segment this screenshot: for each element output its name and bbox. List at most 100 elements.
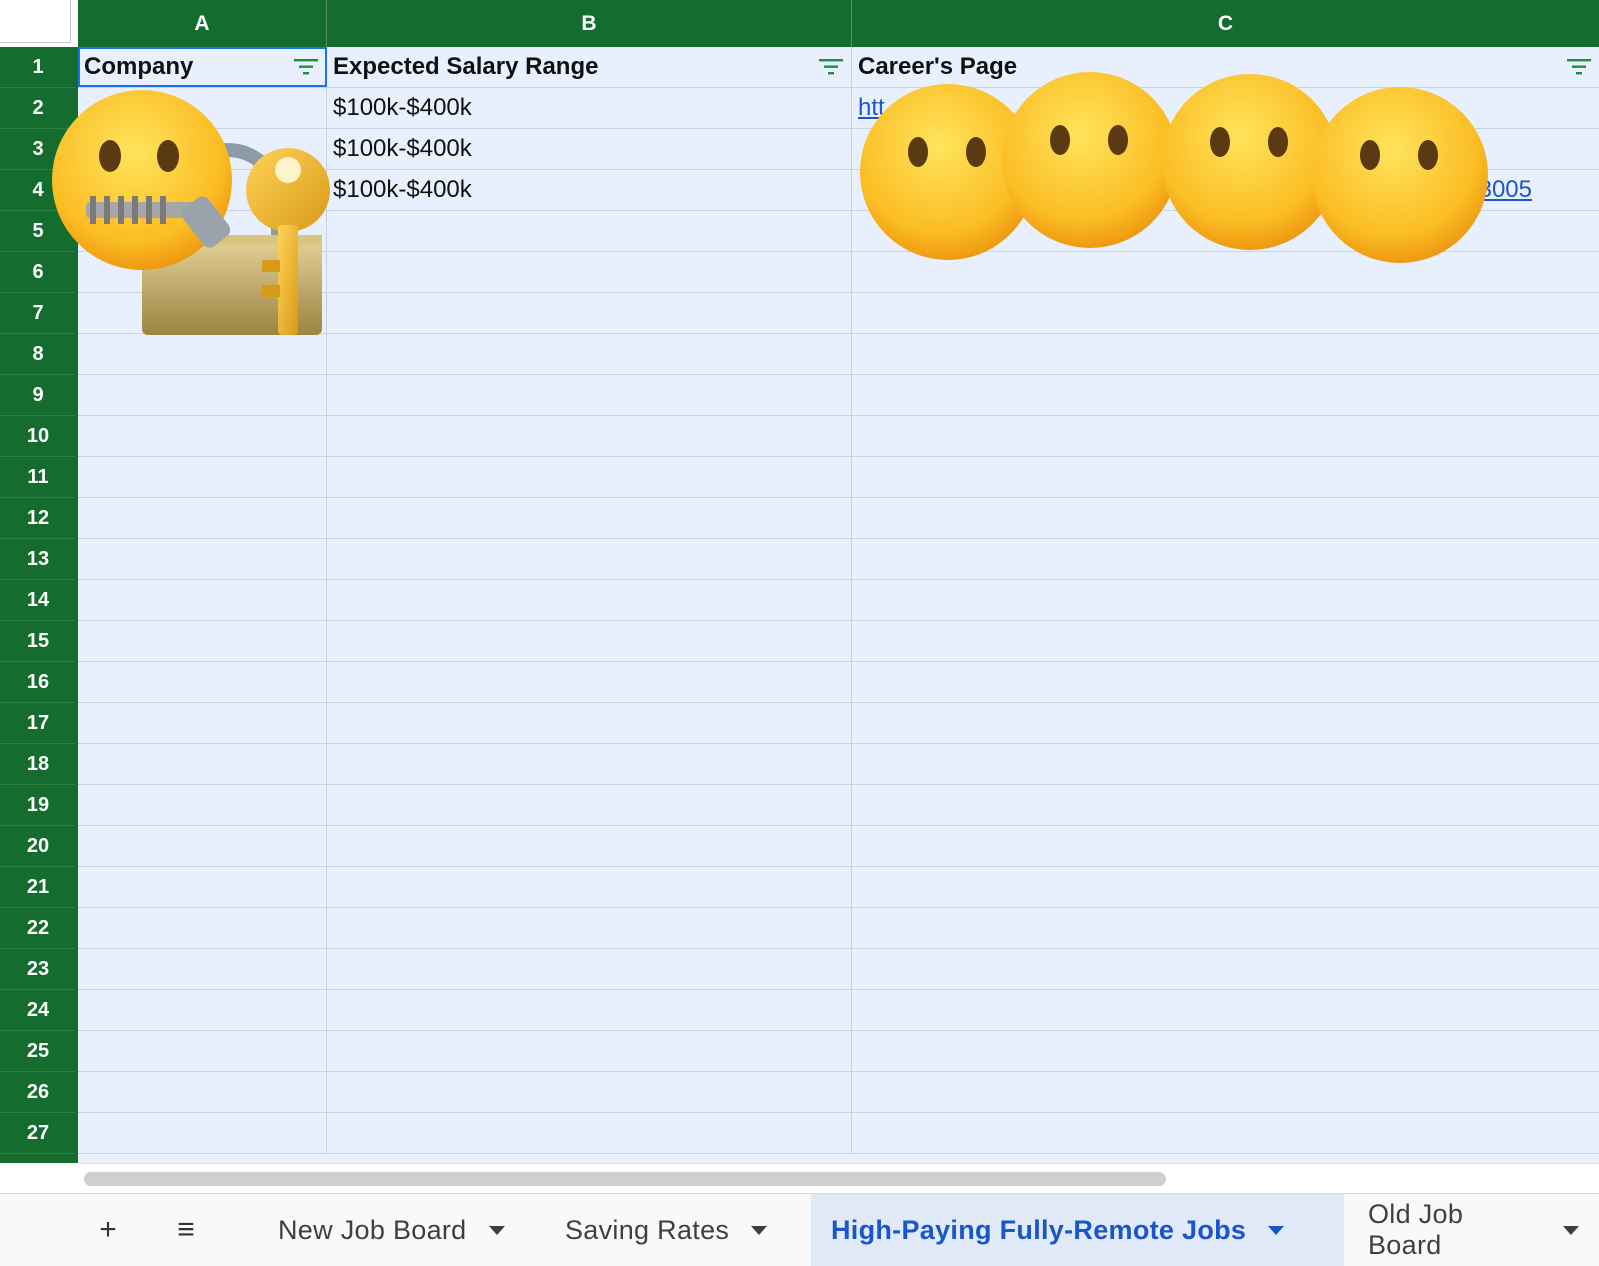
cell-b9[interactable] <box>327 375 852 415</box>
row-header-15[interactable]: 15 <box>0 621 76 662</box>
filter-icon[interactable] <box>1567 58 1591 76</box>
cell-b18[interactable] <box>327 744 852 784</box>
tab-old-job-board[interactable]: Old Job Board <box>1348 1194 1599 1266</box>
cell-b20[interactable] <box>327 826 852 866</box>
cell-c7[interactable] <box>852 293 1599 333</box>
cell-b25[interactable] <box>327 1031 852 1071</box>
cell-a22[interactable] <box>78 908 327 948</box>
chevron-down-icon[interactable] <box>1563 1225 1579 1235</box>
row-header-13[interactable]: 13 <box>0 539 76 580</box>
cell-c22[interactable] <box>852 908 1599 948</box>
row-header-25[interactable]: 25 <box>0 1031 76 1072</box>
chevron-down-icon[interactable] <box>1268 1225 1285 1235</box>
row-header-24[interactable]: 24 <box>0 990 76 1031</box>
cell-c16[interactable] <box>852 662 1599 702</box>
cell-b16[interactable] <box>327 662 852 702</box>
chevron-down-icon[interactable] <box>488 1225 505 1235</box>
cell-a8[interactable] <box>78 334 327 374</box>
cell-c21[interactable] <box>852 867 1599 907</box>
row-header-19[interactable]: 19 <box>0 785 76 826</box>
row-header-11[interactable]: 11 <box>0 457 76 498</box>
cell-a25[interactable] <box>78 1031 327 1071</box>
filter-icon[interactable] <box>819 58 843 76</box>
cell-a16[interactable] <box>78 662 327 702</box>
cell-c10[interactable] <box>852 416 1599 456</box>
cell-a19[interactable] <box>78 785 327 825</box>
cell-c23[interactable] <box>852 949 1599 989</box>
row-header-17[interactable]: 17 <box>0 703 76 744</box>
row-header-10[interactable]: 10 <box>0 416 76 457</box>
row-header-12[interactable]: 12 <box>0 498 76 539</box>
cell-b27[interactable] <box>327 1113 852 1153</box>
row-header-18[interactable]: 18 <box>0 744 76 785</box>
cell-c24[interactable] <box>852 990 1599 1030</box>
row-header-27[interactable]: 27 <box>0 1113 76 1154</box>
cell-a24[interactable] <box>78 990 327 1030</box>
tab-new-job-board[interactable]: New Job Board <box>258 1194 525 1266</box>
cell-b4[interactable]: $100k-$400k <box>327 170 852 210</box>
cell-b7[interactable] <box>327 293 852 333</box>
cell-a20[interactable] <box>78 826 327 866</box>
cell-b17[interactable] <box>327 703 852 743</box>
cell-c9[interactable] <box>852 375 1599 415</box>
cell-a26[interactable] <box>78 1072 327 1112</box>
cell-c13[interactable] <box>852 539 1599 579</box>
cell-c19[interactable] <box>852 785 1599 825</box>
tab-high-paying-fully-remote-jobs[interactable]: High-Paying Fully-Remote Jobs <box>811 1194 1344 1266</box>
column-header-a[interactable]: A <box>78 0 327 47</box>
cell-a27[interactable] <box>78 1113 327 1153</box>
row-header-9[interactable]: 9 <box>0 375 76 416</box>
tab-saving-rates[interactable]: Saving Rates <box>545 1194 787 1266</box>
cell-c17[interactable] <box>852 703 1599 743</box>
cell-a18[interactable] <box>78 744 327 784</box>
cell-c15[interactable] <box>852 621 1599 661</box>
row-header-7[interactable]: 7 <box>0 293 76 334</box>
row-header-1[interactable]: 1 <box>0 47 76 88</box>
cell-a23[interactable] <box>78 949 327 989</box>
cell-c26[interactable] <box>852 1072 1599 1112</box>
cell-b23[interactable] <box>327 949 852 989</box>
filter-icon[interactable] <box>294 58 318 76</box>
cell-c20[interactable] <box>852 826 1599 866</box>
cell-a14[interactable] <box>78 580 327 620</box>
cell-a11[interactable] <box>78 457 327 497</box>
cell-b24[interactable] <box>327 990 852 1030</box>
cell-b1[interactable]: Expected Salary Range <box>327 47 852 87</box>
cell-b22[interactable] <box>327 908 852 948</box>
cell-a12[interactable] <box>78 498 327 538</box>
cell-b15[interactable] <box>327 621 852 661</box>
cell-b2[interactable]: $100k-$400k <box>327 88 852 128</box>
row-header-23[interactable]: 23 <box>0 949 76 990</box>
cell-b3[interactable]: $100k-$400k <box>327 129 852 169</box>
cell-c11[interactable] <box>852 457 1599 497</box>
cell-a9[interactable] <box>78 375 327 415</box>
row-header-20[interactable]: 20 <box>0 826 76 867</box>
cell-a21[interactable] <box>78 867 327 907</box>
cell-b5[interactable] <box>327 211 852 251</box>
row-header-16[interactable]: 16 <box>0 662 76 703</box>
row-header-8[interactable]: 8 <box>0 334 76 375</box>
cell-c18[interactable] <box>852 744 1599 784</box>
cell-a15[interactable] <box>78 621 327 661</box>
add-sheet-button[interactable]: + <box>88 1194 128 1266</box>
cell-a10[interactable] <box>78 416 327 456</box>
chevron-down-icon[interactable] <box>751 1225 768 1235</box>
row-header-14[interactable]: 14 <box>0 580 76 621</box>
row-header-22[interactable]: 22 <box>0 908 76 949</box>
cell-b26[interactable] <box>327 1072 852 1112</box>
cell-b6[interactable] <box>327 252 852 292</box>
cell-b14[interactable] <box>327 580 852 620</box>
cell-c27[interactable] <box>852 1113 1599 1153</box>
cell-c14[interactable] <box>852 580 1599 620</box>
cell-c25[interactable] <box>852 1031 1599 1071</box>
cell-b11[interactable] <box>327 457 852 497</box>
column-header-c[interactable]: C <box>852 0 1599 47</box>
column-header-b[interactable]: B <box>327 0 852 47</box>
row-header-21[interactable]: 21 <box>0 867 76 908</box>
cell-a1[interactable]: Company <box>78 47 327 87</box>
scrollbar-thumb[interactable] <box>84 1172 1166 1186</box>
cell-c12[interactable] <box>852 498 1599 538</box>
all-sheets-menu-button[interactable]: ≡ <box>165 1194 207 1266</box>
cell-b10[interactable] <box>327 416 852 456</box>
cell-b12[interactable] <box>327 498 852 538</box>
